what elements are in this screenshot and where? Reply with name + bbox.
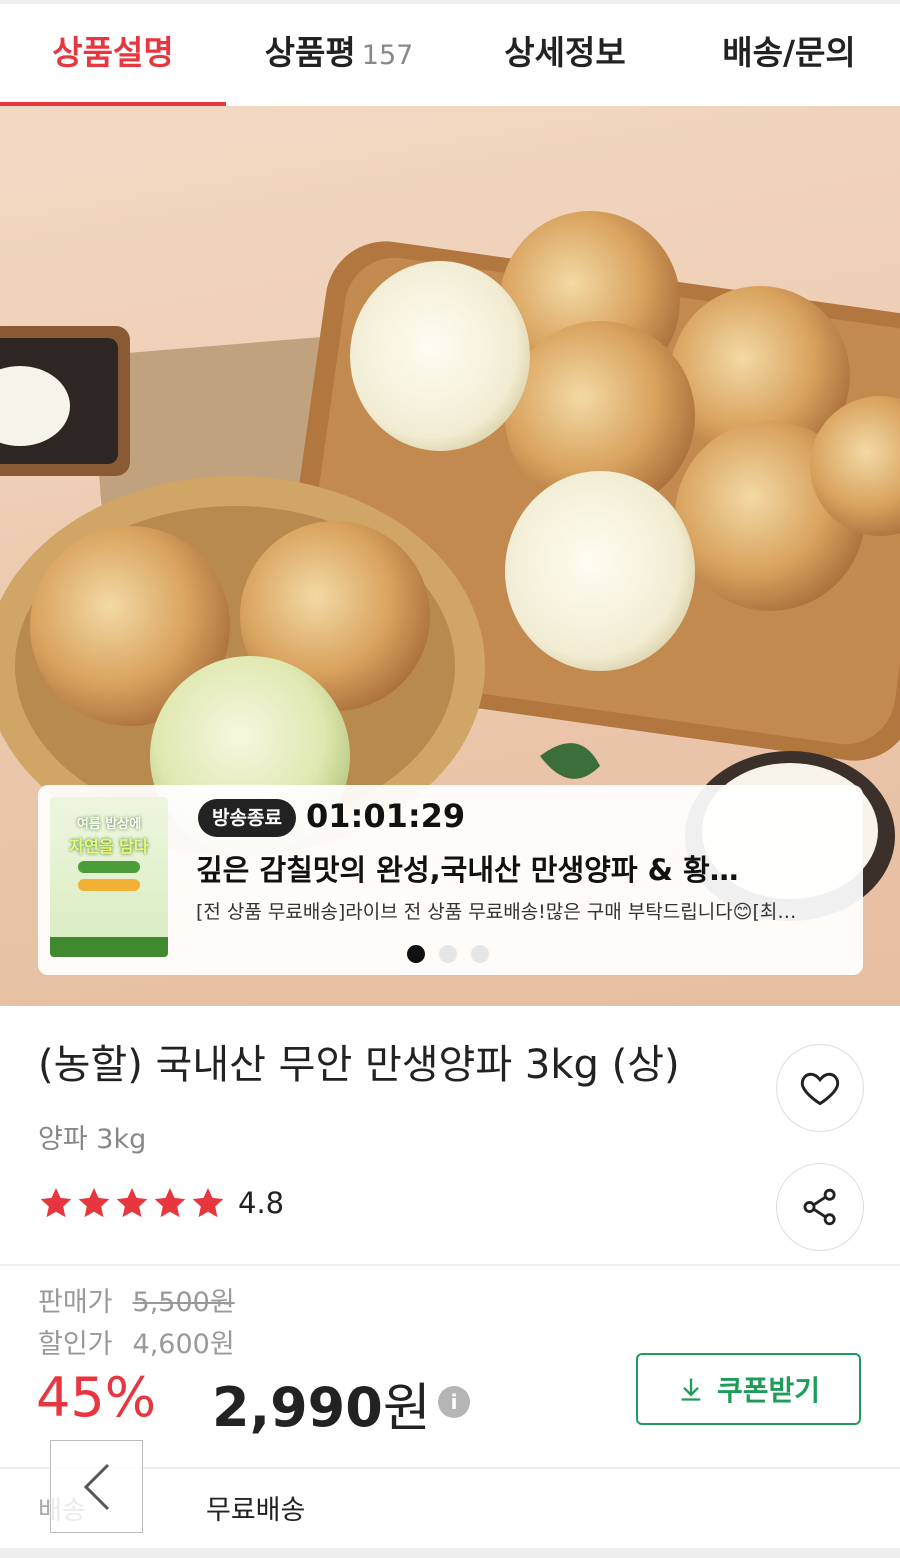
rating[interactable]: 4.8 [38, 1185, 284, 1221]
tab-details-label: 상세정보 [504, 33, 626, 72]
shipping-value: 무료배송 [206, 1495, 306, 1526]
star-icon [116, 1188, 148, 1218]
tab-reviews[interactable]: 상품평 157 [226, 26, 452, 76]
download-icon [681, 1378, 701, 1401]
back-button[interactable] [50, 1440, 143, 1533]
original-price-value: 5,500원 [132, 1287, 235, 1318]
wishlist-button[interactable] [776, 1044, 864, 1132]
live-broadcast-banner[interactable]: 여름 밥상에 자연을 담다 방송종료 01:01:29 깊은 감칠맛의 완성,국… [38, 785, 863, 975]
broadcast-title: 깊은 감칠맛의 완성,국내산 만생양파 & 황… [196, 853, 739, 887]
final-price: 2,990원 [212, 1366, 431, 1441]
thumb-line2: 자연을 담다 [69, 837, 149, 856]
thumb-line1: 여름 밥상에 [76, 817, 142, 832]
rating-value: 4.8 [238, 1186, 285, 1220]
product-option: 양파 3kg [38, 1124, 147, 1155]
share-icon [803, 1188, 836, 1226]
review-count: 157 [361, 40, 414, 71]
rating-stars [38, 1185, 226, 1221]
product-title: (농할) 국내산 무안 만생양파 3kg (상) [38, 1042, 680, 1088]
tab-shipping-inquiry[interactable]: 배송/문의 [678, 26, 900, 76]
tab-description[interactable]: 상품설명 [0, 26, 226, 76]
live-thumbnail: 여름 밥상에 자연을 담다 [50, 797, 168, 957]
tab-shipping-label: 배송/문의 [722, 33, 856, 72]
star-icon [154, 1188, 186, 1218]
broadcast-subtitle: [전 상품 무료배송]라이브 전 상품 무료배송!많은 구매 부탁드립니다😊[최… [196, 901, 797, 923]
carousel-dot-2[interactable] [439, 945, 457, 963]
share-button[interactable] [776, 1163, 864, 1251]
broadcast-timer: 01:01:29 [306, 797, 466, 835]
discount-price-row: 할인가 4,600원 [38, 1322, 235, 1361]
discount-price-value: 4,600원 [132, 1329, 235, 1360]
tab-description-label: 상품설명 [52, 33, 174, 72]
heart-icon [800, 1072, 840, 1106]
star-icon [192, 1188, 224, 1218]
star-icon [78, 1188, 110, 1218]
carousel-dot-1[interactable] [407, 945, 425, 963]
thumb-chip-green [78, 861, 140, 873]
product-tabs: 상품설명 상품평 157 상세정보 배송/문의 [0, 0, 900, 108]
final-price-unit: 원 [382, 1379, 431, 1439]
discount-price-label: 할인가 [38, 1329, 113, 1360]
final-price-amount: 2,990 [212, 1376, 383, 1439]
carousel-dot-3[interactable] [471, 945, 489, 963]
price-info-icon[interactable]: i [438, 1386, 470, 1418]
original-price-label: 판매가 [38, 1287, 113, 1318]
chevron-left-icon [83, 1463, 109, 1510]
tab-details[interactable]: 상세정보 [452, 26, 678, 76]
thumb-footer [50, 937, 168, 957]
divider [0, 1264, 900, 1266]
coupon-download-button[interactable]: 쿠폰받기 [636, 1353, 861, 1425]
bottom-bar [0, 1548, 900, 1558]
discount-rate: 45% [36, 1366, 157, 1429]
carousel-dots [407, 945, 489, 963]
coupon-label: 쿠폰받기 [716, 1374, 821, 1407]
star-icon [40, 1188, 72, 1218]
tab-reviews-label: 상품평 [264, 33, 356, 72]
broadcast-status-badge: 방송종료 [198, 799, 296, 837]
thumb-chip-orange [78, 879, 140, 891]
product-hero-image[interactable]: 여름 밥상에 자연을 담다 방송종료 01:01:29 깊은 감칠맛의 완성,국… [0, 106, 900, 1006]
original-price-row: 판매가 5,500원 [38, 1280, 235, 1319]
